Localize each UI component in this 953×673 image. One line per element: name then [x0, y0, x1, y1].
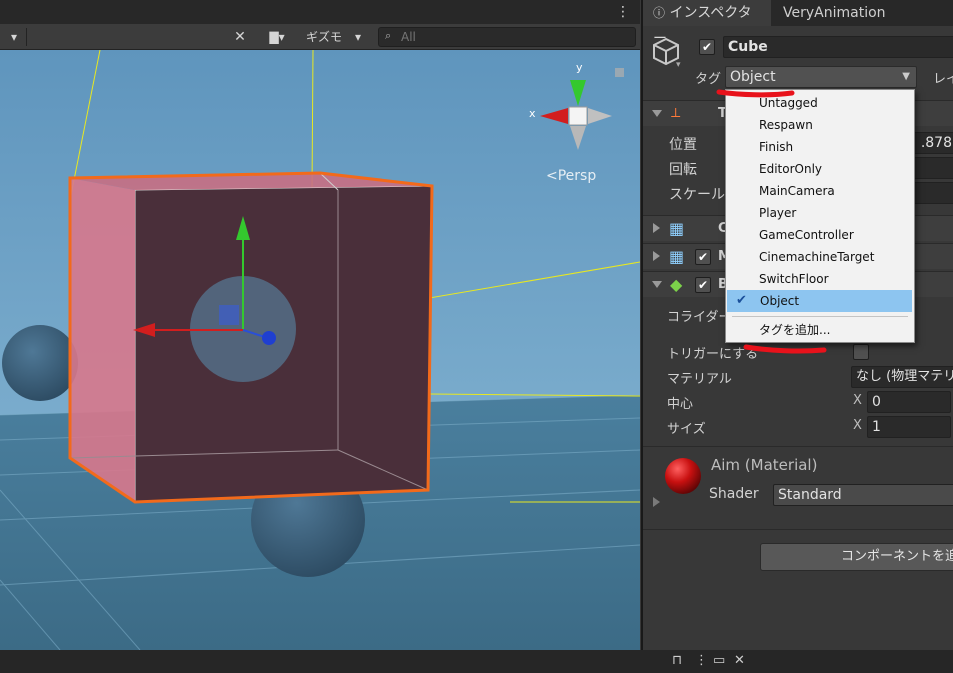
is-trigger-checkbox[interactable] [853, 344, 869, 360]
menu-item-respawn[interactable]: Respawn [726, 114, 914, 136]
tag-dropdown[interactable]: Object ▼ [725, 66, 917, 88]
size-x-axis-label: X [853, 418, 862, 433]
menu-item-finish[interactable]: Finish [726, 136, 914, 158]
foldout-arrow-icon[interactable] [652, 110, 662, 117]
mesh-renderer-icon: ▦ [669, 247, 685, 266]
is-trigger-label: トリガーにする [667, 347, 759, 362]
more-options-icon[interactable]: ⋮ [695, 653, 708, 668]
scene-search-input[interactable] [401, 28, 631, 46]
menu-item-label: GameController [759, 228, 854, 242]
position-label: 位置 [669, 137, 697, 153]
checkmark-icon: ✔ [736, 293, 747, 308]
gizmos-dropdown-icon[interactable]: ▾ [350, 27, 366, 47]
object-name-field[interactable]: Cube [723, 36, 953, 58]
object-icon-dropdown[interactable]: ▾ [676, 60, 681, 70]
menu-item-label: Object [760, 294, 800, 308]
menu-item-add-tag[interactable]: タグを追加... [726, 319, 914, 341]
menu-item-label: SwitchFloor [759, 272, 829, 286]
search-icon: ⌕ [385, 29, 392, 42]
foldout-arrow-icon[interactable] [653, 223, 660, 233]
camera-icon[interactable]: ▇▾ [260, 27, 294, 47]
axis-x-label: x [529, 107, 536, 120]
menu-item-label: Respawn [759, 118, 813, 132]
tab-inspector[interactable]: ⓘ インスペクター [643, 0, 771, 47]
menu-item-maincamera[interactable]: MainCamera [726, 180, 914, 202]
bottom-bar: ⊓ ⋮ ▭ ✕ [0, 650, 953, 673]
rotation-z-field[interactable] [909, 157, 953, 179]
grid-icon: ▦ [669, 219, 685, 238]
lock-icon[interactable]: ⊓ [672, 653, 682, 668]
center-x-field[interactable]: 0 [867, 391, 951, 413]
scene-view[interactable]: ⋮ ▾ ✕ ▇▾ ギズモ ▾ ⌕ All y x <Persp [0, 0, 640, 650]
menu-item-label: MainCamera [759, 184, 835, 198]
divider [26, 28, 27, 46]
size-x-field[interactable]: 1 [867, 416, 951, 438]
chevron-down-icon[interactable]: ▾ [6, 27, 22, 47]
material-foldout-icon[interactable] [653, 497, 660, 507]
tag-label: タグ [695, 72, 722, 87]
scene-tab-bar: ⋮ [0, 0, 640, 24]
rotation-label: 回転 [669, 162, 697, 178]
menu-separator [732, 316, 908, 317]
physics-material-label: マテリアル [667, 372, 732, 387]
layer-label: レイ [933, 72, 953, 87]
inspector-tab-bar: ⓘ インスペクター VeryAnimation [643, 0, 953, 47]
close-icon[interactable]: ✕ [734, 653, 745, 668]
persp-text: Persp [557, 168, 597, 184]
center-x-axis-label: X [853, 393, 862, 408]
info-icon: ⓘ [653, 6, 666, 20]
menu-item-cinemachinetarget[interactable]: CinemachineTarget [726, 246, 914, 268]
foldout-arrow-icon[interactable] [653, 251, 660, 261]
menu-item-editoronly[interactable]: EditorOnly [726, 158, 914, 180]
menu-item-label: Untagged [759, 96, 818, 110]
physics-material-field[interactable]: なし (物理マテリア [851, 366, 953, 388]
scene-toolbar: ▾ ✕ ▇▾ ギズモ ▾ ⌕ [0, 24, 640, 50]
box-collider-enabled-checkbox[interactable]: ✔ [695, 277, 711, 293]
box-collider-icon: ◆ [670, 275, 683, 294]
menu-item-label: タグを追加... [759, 323, 831, 337]
scene-search-field[interactable]: ⌕ [378, 27, 636, 47]
mesh-renderer-enabled-checkbox[interactable]: ✔ [695, 249, 711, 265]
menu-item-gamecontroller[interactable]: GameController [726, 224, 914, 246]
sphere-left[interactable] [2, 325, 78, 401]
center-label: 中心 [667, 397, 694, 412]
gizmos-button[interactable]: ギズモ [300, 27, 348, 47]
transform-icon: ⟂ [671, 105, 681, 121]
tools-icon[interactable]: ✕ [230, 27, 250, 47]
material-name: Aim (Material) [711, 456, 818, 474]
add-component-button[interactable]: コンポーネントを追加 [760, 543, 953, 571]
object-active-checkbox[interactable]: ✔ [699, 39, 715, 55]
camera-projection-label[interactable]: <Persp [546, 168, 596, 184]
menu-item-label: Player [759, 206, 797, 220]
lock-icon[interactable] [615, 68, 624, 77]
more-options-icon[interactable]: ⋮ [616, 2, 630, 22]
shader-label: Shader [709, 486, 759, 502]
menu-item-label: Finish [759, 140, 794, 154]
chevron-down-icon: ▼ [902, 71, 910, 82]
menu-item-label: EditorOnly [759, 162, 822, 176]
axis-y-label: y [576, 61, 583, 74]
tab-veryanimation-label: VeryAnimation [783, 5, 886, 21]
menu-item-label: CinemachineTarget [759, 250, 875, 264]
unity-editor: ⋮ ▾ ✕ ▇▾ ギズモ ▾ ⌕ All y x <Persp ⓘ インスペクタ… [0, 0, 953, 673]
menu-item-untagged[interactable]: Untagged [726, 92, 914, 114]
shader-dropdown[interactable]: Standard [773, 484, 953, 506]
scale-z-field[interactable] [909, 182, 953, 204]
scene-viewport[interactable] [0, 50, 640, 650]
scale-label: スケール [669, 187, 725, 203]
foldout-arrow-icon[interactable] [652, 281, 662, 288]
maximize-icon[interactable]: ▭ [713, 653, 725, 668]
tag-dropdown-menu: Untagged Respawn Finish EditorOnly MainC… [725, 89, 915, 343]
menu-item-switchfloor[interactable]: SwitchFloor [726, 268, 914, 290]
tab-veryanimation[interactable]: VeryAnimation [773, 0, 896, 26]
position-z-field[interactable]: .878 [909, 132, 953, 154]
size-label: サイズ [667, 422, 706, 437]
tag-dropdown-value: Object [730, 69, 776, 85]
menu-item-object[interactable]: ✔ Object [727, 290, 912, 312]
menu-item-player[interactable]: Player [726, 202, 914, 224]
material-preview-sphere[interactable] [663, 456, 703, 496]
